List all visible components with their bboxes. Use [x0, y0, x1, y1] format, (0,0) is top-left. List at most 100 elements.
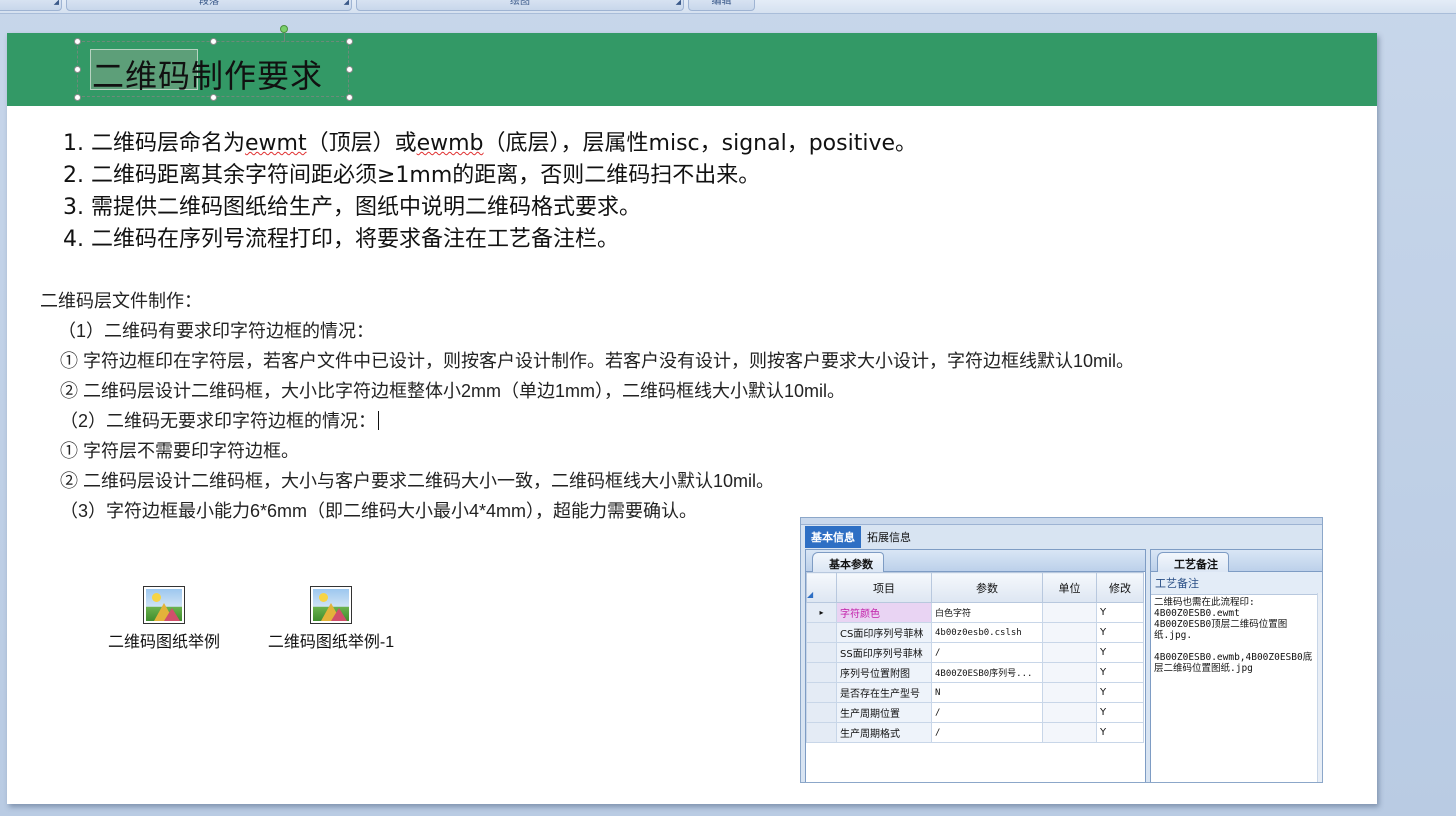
- embedded-object[interactable]: 二维码图纸举例: [89, 586, 239, 652]
- requirements-list[interactable]: 1. 二维码层命名为ewmt（顶层）或ewmb（底层），层属性misc，sign…: [63, 128, 917, 256]
- value-cell: 4B00Z0ESB0序列号...: [931, 662, 1043, 683]
- resize-handle-w[interactable]: [74, 66, 81, 73]
- dialog-launcher-icon[interactable]: ◢: [54, 0, 59, 9]
- unit-cell: [1042, 682, 1097, 703]
- unit-cell: [1042, 622, 1097, 643]
- ribbon-group-label: 绘图: [510, 0, 530, 7]
- table-row: 序列号位置附图 4B00Z0ESB0序列号... Y: [806, 662, 1144, 683]
- list-item: 1. 二维码层命名为ewmt（顶层）或ewmb（底层），层属性misc，sign…: [63, 128, 917, 160]
- title-selected-text: 二维码: [92, 57, 192, 95]
- notes-tabbar: 工艺备注: [1151, 550, 1322, 572]
- unit-cell: [1042, 642, 1097, 663]
- row-marker: [806, 722, 837, 743]
- row-marker: [806, 682, 837, 703]
- list-item: 4. 二维码在序列号流程打印，将要求备注在工艺备注栏。: [63, 227, 619, 252]
- table-row: ▸ 字符颜色 白色字符 Y: [806, 602, 1144, 623]
- case-heading-text: （2）二维码无要求印字符边框的情况：: [60, 411, 377, 431]
- resize-handle-sw[interactable]: [74, 94, 81, 101]
- edit-cell: Y: [1096, 702, 1144, 723]
- table-row: CS面印序列号菲林 4b00z0esb0.cslsh Y: [806, 622, 1144, 643]
- value-cell: 4b00z0esb0.cslsh: [931, 622, 1043, 643]
- rotation-line: [284, 32, 285, 42]
- params-tabbar: 基本参数: [806, 550, 1145, 572]
- column-header: 修改: [1096, 572, 1144, 603]
- table-row: 生产周期格式 / Y: [806, 722, 1144, 743]
- value-cell: N: [931, 682, 1043, 703]
- item-cell: 字符颜色: [836, 602, 932, 623]
- case-item: ① 字符边框印在字符层，若客户文件中已设计，则按客户设计制作。若客户没有设计，则…: [60, 351, 1135, 371]
- item-cell: CS面印序列号菲林: [836, 622, 932, 643]
- object-label: 二维码图纸举例-1: [267, 634, 395, 651]
- item-cell: SS面印序列号菲林: [836, 642, 932, 663]
- embedded-object[interactable]: 二维码图纸举例-1: [261, 586, 401, 652]
- row-marker: [806, 662, 837, 683]
- resize-handle-e[interactable]: [346, 66, 353, 73]
- list-item-text: （顶层）或: [306, 131, 417, 156]
- list-item-text: （底层），层属性misc，signal，positive。: [483, 131, 918, 156]
- notes-body: 二维码也需在此流程印: 4B00Z0ESB0.ewmt 4B00Z0ESB0顶层…: [1154, 597, 1313, 674]
- case-heading: （2）二维码无要求印字符边框的情况：: [40, 406, 1134, 436]
- column-header: 项目: [836, 572, 932, 603]
- item-cell: 生产周期格式: [836, 722, 932, 743]
- ribbon-group-paragraph[interactable]: 段落 ◢: [66, 0, 352, 11]
- ribbon-group-label: 段落: [199, 0, 219, 7]
- title-placeholder[interactable]: 二维码制作要求: [74, 25, 353, 101]
- params-panel: 基本参数 ◢ 项目 参数 单位 修改 ▸ 字符颜色 白色字符 Y CS面印序列号菲林 4b…: [805, 549, 1146, 782]
- edit-cell: Y: [1096, 682, 1144, 703]
- embedded-screenshot[interactable]: 基本信息 拓展信息 基本参数 ◢ 项目 参数 单位 修改 ▸ 字符颜色 白色字符 Y C…: [800, 517, 1323, 783]
- ribbon-group-label: 编辑: [711, 0, 732, 7]
- table-row: 生产周期位置 / Y: [806, 702, 1144, 723]
- resize-handle-se[interactable]: [346, 94, 353, 101]
- value-cell: /: [931, 702, 1043, 723]
- dialog-launcher-icon[interactable]: ◢: [676, 0, 681, 9]
- unit-cell: [1042, 722, 1097, 743]
- item-cell: 序列号位置附图: [836, 662, 932, 683]
- object-label: 二维码图纸举例: [107, 634, 220, 651]
- case-heading: （1）二维码有要求印字符边框的情况：: [58, 321, 375, 341]
- list-item: 3. 需提供二维码图纸给生产，图纸中说明二维码格式要求。: [63, 195, 641, 220]
- rotation-handle[interactable]: [280, 25, 288, 33]
- list-item-text: 1. 二维码层命名为: [63, 131, 245, 156]
- table-row: SS面印序列号菲林 / Y: [806, 642, 1144, 663]
- unit-cell: [1042, 662, 1097, 683]
- title-rest-text: 制作要求: [191, 57, 324, 95]
- unit-cell: [1042, 602, 1097, 623]
- row-marker: ▸: [806, 602, 837, 623]
- item-cell: 生产周期位置: [836, 702, 932, 723]
- ribbon-group-drawing[interactable]: 绘图 ◢: [356, 0, 684, 11]
- row-marker: [806, 642, 837, 663]
- edit-cell: Y: [1096, 642, 1144, 663]
- slide-title[interactable]: 二维码制作要求: [92, 51, 323, 97]
- table-row: 是否存在生产型号 N Y: [806, 682, 1144, 703]
- resize-handle-nw[interactable]: [74, 38, 81, 45]
- tab-extended-info: 拓展信息: [867, 531, 911, 544]
- case-item: ① 字符层不需要印字符边框。: [60, 441, 299, 461]
- value-cell: /: [931, 722, 1043, 743]
- tab-basic-info: 基本信息: [805, 526, 861, 548]
- process-notes-panel: 工艺备注 工艺备注 二维码也需在此流程印: 4B00Z0ESB0.ewmt 4B…: [1150, 549, 1322, 782]
- list-item: 2. 二维码距离其余字符间距必须≥1mm的距离，否则二维码扫不出来。: [63, 163, 761, 188]
- case-item: ② 二维码层设计二维码框，大小比字符边框整体小2mm（单边1mm），二维码框线大…: [60, 381, 846, 401]
- case-item: ② 二维码层设计二维码框，大小与客户要求二维码大小一致，二维码框线大小默认10m…: [60, 471, 775, 491]
- value-cell: 白色字符: [931, 602, 1043, 623]
- tab-basic-params: 基本参数: [812, 552, 884, 572]
- tab-process-notes: 工艺备注: [1157, 552, 1229, 572]
- text-cursor: [378, 411, 380, 430]
- ribbon-group-font[interactable]: ◢: [0, 0, 62, 11]
- image-file-icon[interactable]: [143, 586, 185, 624]
- section-heading: 二维码层文件制作：: [40, 291, 202, 311]
- ribbon-bar: ◢ 段落 ◢ 绘图 ◢ 编辑: [0, 0, 1456, 14]
- spellcheck-word: ewmt: [244, 131, 307, 156]
- edit-cell: Y: [1096, 622, 1144, 643]
- ribbon-group-editing[interactable]: 编辑: [688, 0, 755, 11]
- value-cell: /: [931, 642, 1043, 663]
- row-header-corner: ◢: [806, 572, 837, 603]
- unit-cell: [1042, 702, 1097, 723]
- resize-handle-ne[interactable]: [346, 38, 353, 45]
- dialog-launcher-icon[interactable]: ◢: [344, 0, 349, 9]
- screenshot-top-bar: [801, 518, 1322, 525]
- row-marker: [806, 702, 837, 723]
- resize-handle-n[interactable]: [210, 38, 217, 45]
- image-file-icon[interactable]: [310, 586, 352, 624]
- body-textbox[interactable]: 二维码层文件制作： （1）二维码有要求印字符边框的情况： ① 字符边框印在字符层…: [40, 286, 1134, 526]
